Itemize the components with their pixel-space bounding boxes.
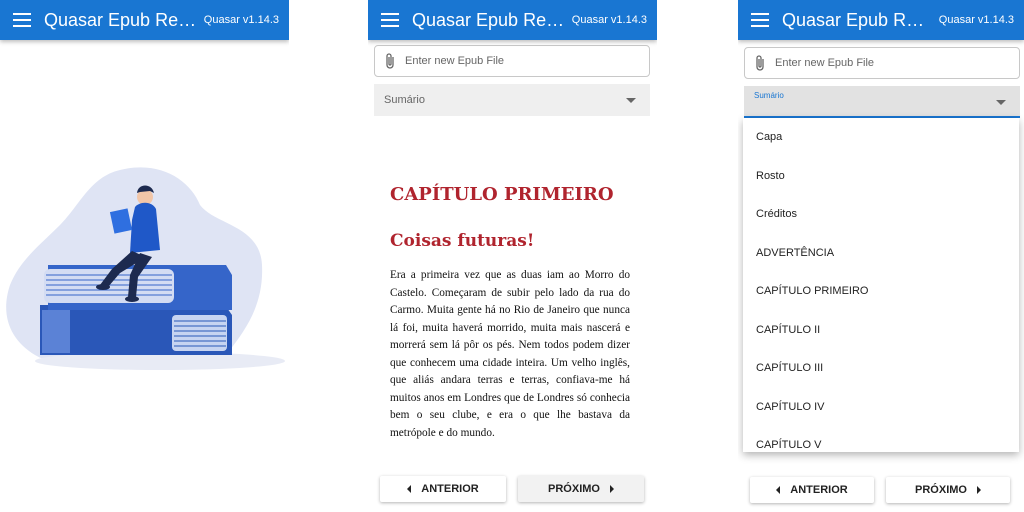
app-toolbar: Quasar Epub Rea... Quasar v1.14.3 <box>0 0 289 40</box>
app-title: Quasar Epub Rea... <box>782 9 939 30</box>
previous-button[interactable]: ANTERIOR <box>380 476 506 502</box>
app-toolbar: Quasar Epub Rea... Quasar v1.14.3 <box>738 0 1024 40</box>
toc-item[interactable]: CAPÍTULO V <box>743 426 1019 452</box>
next-button-label: PRÓXIMO <box>915 484 967 496</box>
triangle-left-icon <box>407 485 412 493</box>
previous-button-label: ANTERIOR <box>421 483 479 495</box>
menu-icon[interactable] <box>368 0 412 40</box>
previous-button-label: ANTERIOR <box>790 484 848 496</box>
app-title: Quasar Epub Rea... <box>412 9 572 30</box>
file-input-placeholder: Enter new Epub File <box>775 57 875 69</box>
triangle-right-icon <box>976 486 981 494</box>
previous-button[interactable]: ANTERIOR <box>750 477 874 503</box>
app-toolbar: Quasar Epub Rea... Quasar v1.14.3 <box>368 0 657 40</box>
triangle-left-icon <box>776 486 781 494</box>
paperclip-icon <box>745 54 775 72</box>
toc-item[interactable]: Rosto <box>743 157 1019 196</box>
toc-select[interactable]: Sumário <box>374 84 650 116</box>
arrow-drop-down-icon <box>626 98 636 103</box>
toc-select-label: Sumário <box>754 91 784 100</box>
section-title: Coisas futuras! <box>390 231 535 251</box>
reader-screen: Quasar Epub Rea... Quasar v1.14.3 Enter … <box>368 0 657 512</box>
file-input-placeholder: Enter new Epub File <box>405 55 505 67</box>
version-label: Quasar v1.14.3 <box>203 14 279 26</box>
epub-file-input[interactable]: Enter new Epub File <box>374 45 650 77</box>
version-label: Quasar v1.14.3 <box>938 14 1014 26</box>
chapter-title: CAPÍTULO PRIMEIRO <box>390 184 614 205</box>
epub-file-input[interactable]: Enter new Epub File <box>744 47 1020 79</box>
toc-dropdown-menu: Capa Rosto Créditos ADVERTÊNCIA CAPÍTULO… <box>743 118 1019 452</box>
toc-item[interactable]: Capa <box>743 118 1019 157</box>
next-button-label: PRÓXIMO <box>548 483 600 495</box>
chapter-paragraph: Era a primeira vez que as duas iam ao Mo… <box>390 269 630 439</box>
triangle-right-icon <box>609 485 614 493</box>
toc-item[interactable]: CAPÍTULO IV <box>743 388 1019 427</box>
menu-icon[interactable] <box>0 0 44 40</box>
next-button[interactable]: PRÓXIMO <box>886 477 1010 503</box>
epub-content: CAPÍTULO PRIMEIRO Coisas futuras! Era a … <box>390 180 630 442</box>
toc-select-label: Sumário <box>384 94 425 106</box>
arrow-drop-down-icon <box>996 100 1006 105</box>
toc-item[interactable]: CAPÍTULO III <box>743 349 1019 388</box>
reader-toc-open-screen: Quasar Epub Rea... Quasar v1.14.3 Enter … <box>738 0 1024 512</box>
app-title: Quasar Epub Rea... <box>44 9 204 30</box>
home-screen: Quasar Epub Rea... Quasar v1.14.3 <box>0 0 289 512</box>
toc-item[interactable]: ADVERTÊNCIA <box>743 234 1019 273</box>
reading-illustration <box>0 165 289 375</box>
toc-item[interactable]: CAPÍTULO PRIMEIRO <box>743 272 1019 311</box>
menu-icon[interactable] <box>738 0 782 40</box>
toc-item[interactable]: CAPÍTULO II <box>743 311 1019 350</box>
version-label: Quasar v1.14.3 <box>571 14 647 26</box>
next-button[interactable]: PRÓXIMO <box>518 476 644 502</box>
paperclip-icon <box>375 52 405 70</box>
toc-item[interactable]: Créditos <box>743 195 1019 234</box>
toc-select[interactable]: Sumário <box>744 86 1020 118</box>
